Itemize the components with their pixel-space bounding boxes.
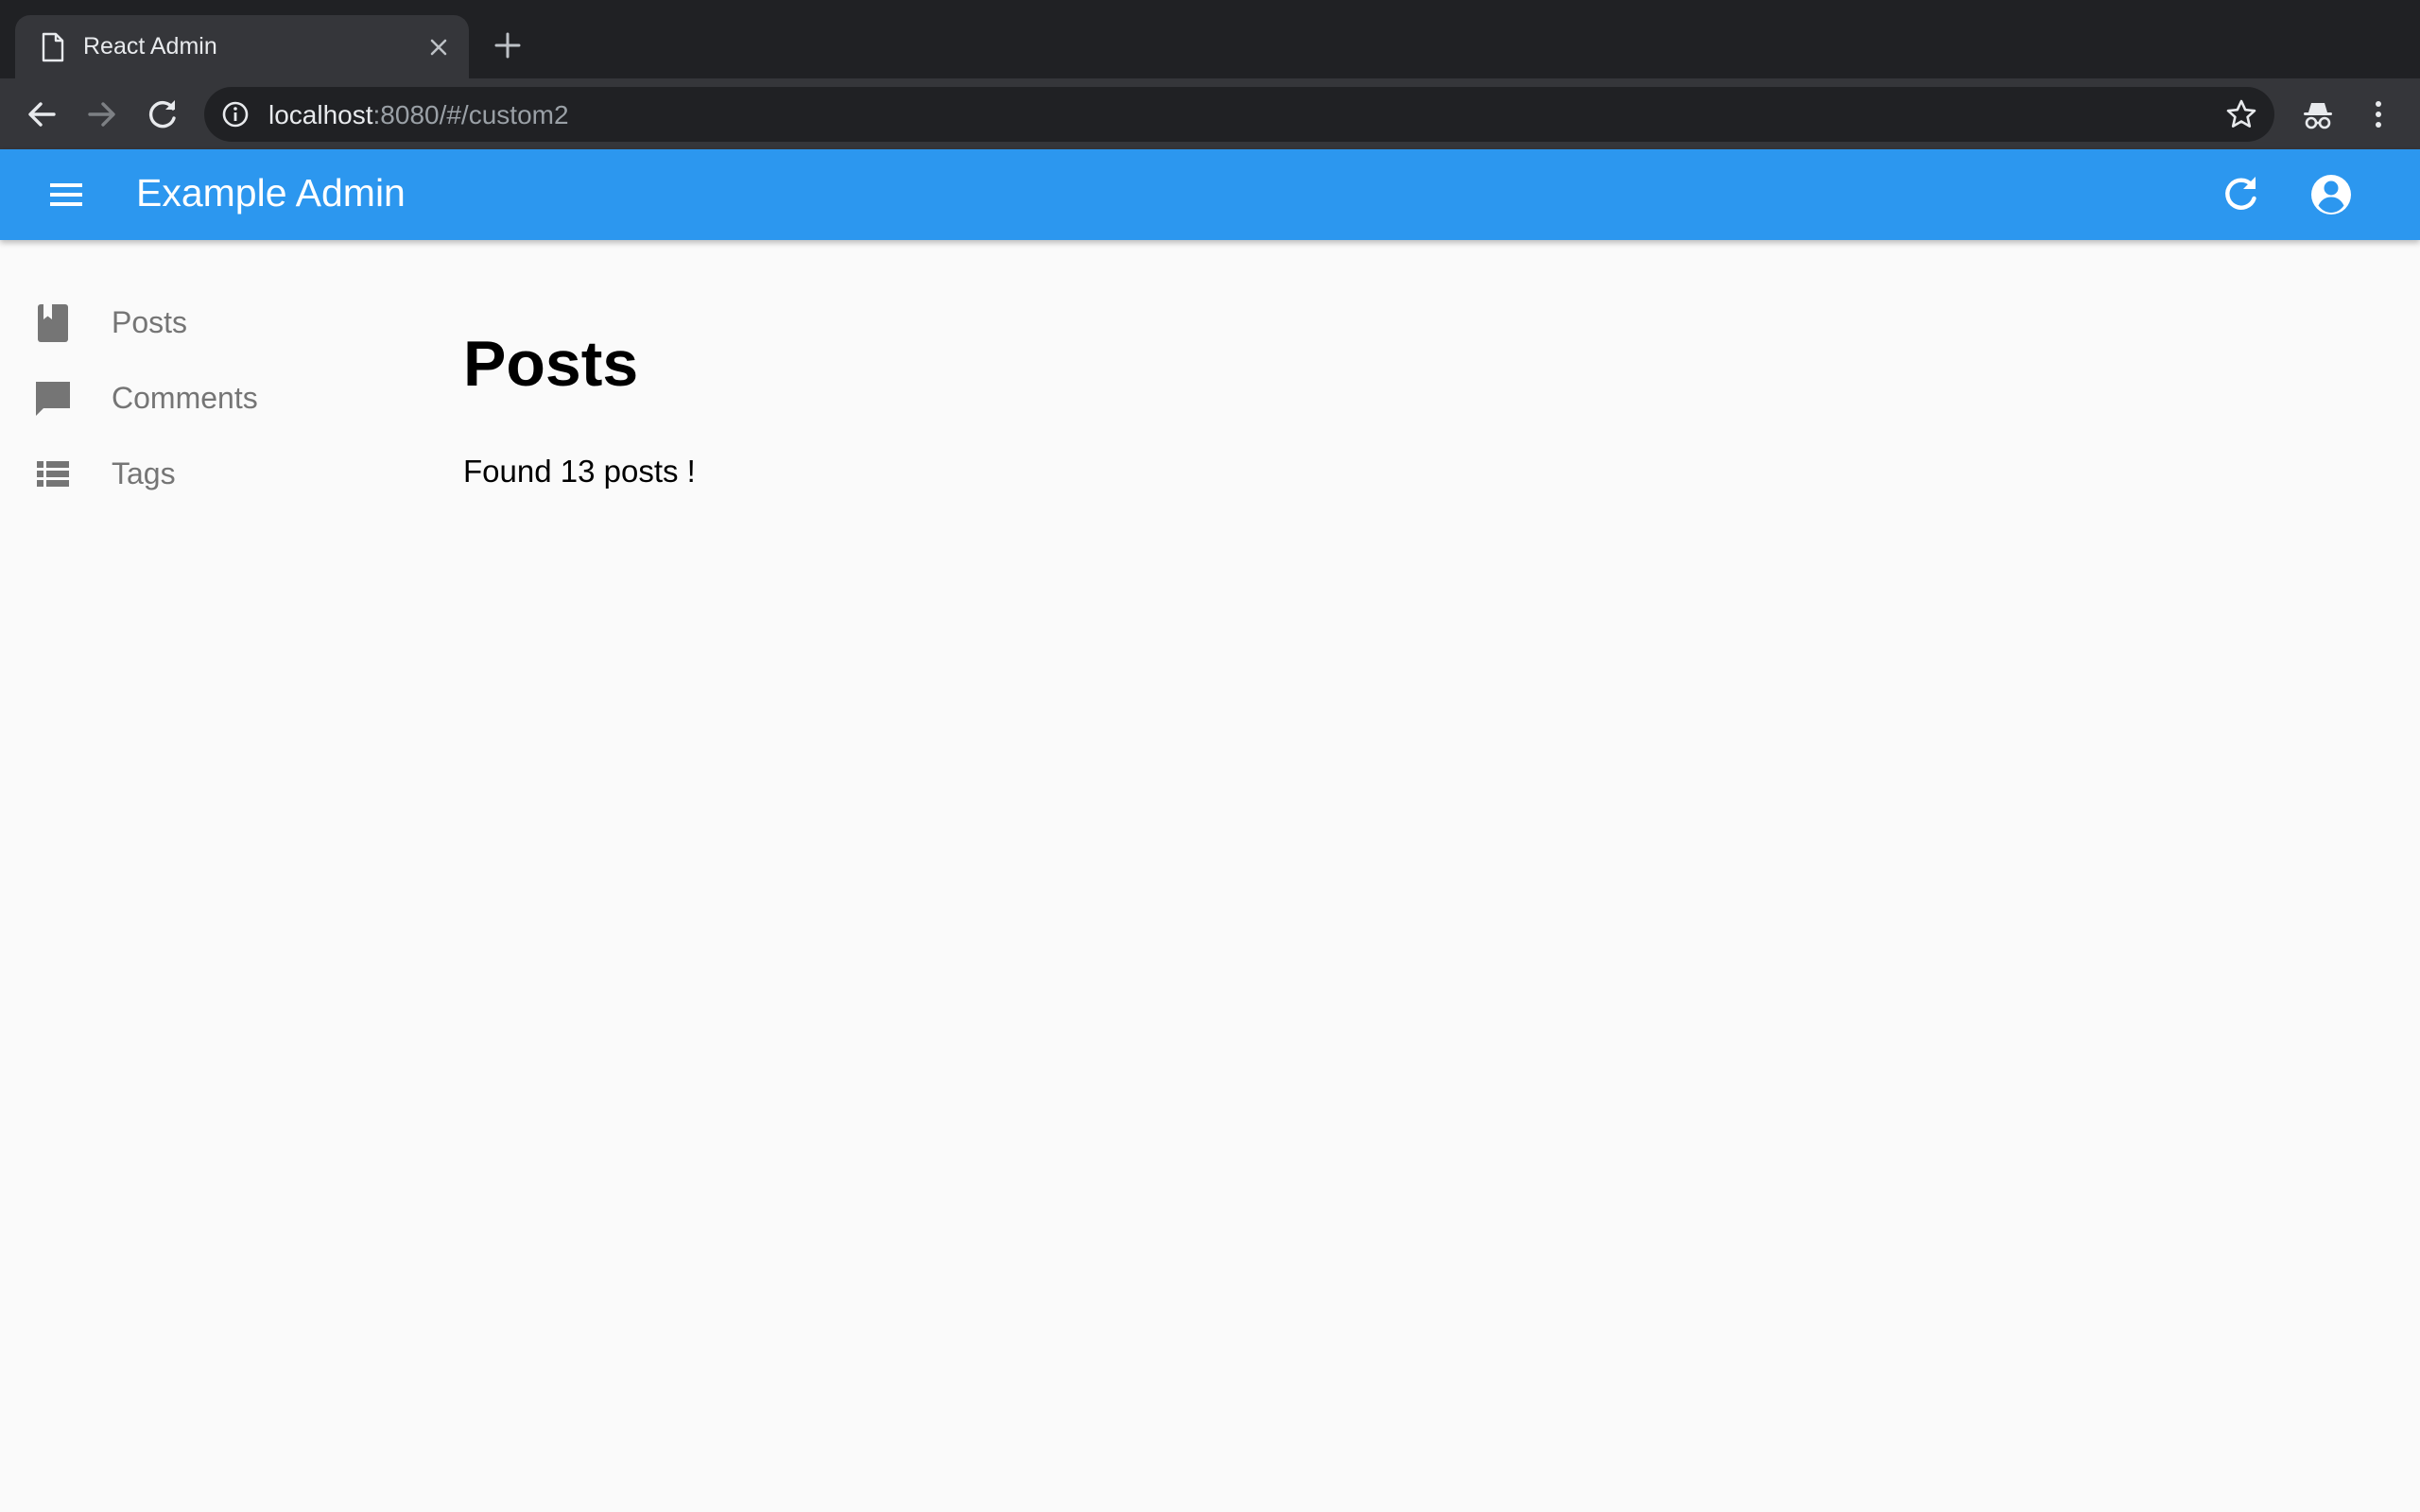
- posts-count-message: Found 13 posts !: [463, 454, 696, 489]
- page-title: Posts: [463, 328, 639, 400]
- browser-tab-strip: React Admin: [0, 0, 2420, 79]
- app-bar: Example Admin: [0, 149, 2420, 240]
- list-icon: [37, 461, 69, 487]
- url-host: localhost: [268, 100, 373, 129]
- hamburger-icon[interactable]: [43, 172, 89, 217]
- sidebar-item-label: Comments: [112, 381, 258, 415]
- close-icon[interactable]: [425, 34, 452, 60]
- tab-title: React Admin: [83, 33, 217, 60]
- sidebar-item-posts[interactable]: Posts: [0, 284, 416, 359]
- arrow-left-icon[interactable]: [23, 95, 60, 133]
- arrow-right-icon[interactable]: [83, 95, 121, 133]
- kebab-menu-icon[interactable]: [2360, 95, 2397, 133]
- sidebar-item-comments[interactable]: Comments: [0, 359, 416, 435]
- browser-toolbar: localhost:8080/#/custom2: [0, 78, 2420, 149]
- refresh-icon[interactable]: [2218, 172, 2263, 217]
- page-icon: [42, 32, 64, 62]
- reload-icon[interactable]: [144, 95, 182, 133]
- comment-icon: [36, 382, 70, 416]
- info-icon[interactable]: [221, 100, 250, 129]
- app-title: Example Admin: [136, 171, 406, 215]
- plus-icon[interactable]: [493, 31, 522, 60]
- book-icon: [38, 304, 68, 342]
- sidebar-item-label: Tags: [112, 456, 176, 490]
- url-text[interactable]: localhost:8080/#/custom2: [268, 100, 569, 130]
- browser-tab[interactable]: React Admin: [15, 15, 469, 79]
- address-bar[interactable]: localhost:8080/#/custom2: [204, 87, 2274, 142]
- star-icon[interactable]: [2225, 98, 2257, 130]
- url-path: :8080/#/custom2: [372, 100, 569, 129]
- incognito-icon[interactable]: [2299, 95, 2337, 133]
- sidebar: Posts Comments Tags: [0, 240, 416, 1512]
- account-circle-icon[interactable]: [2305, 168, 2358, 221]
- main-content: Posts Found 13 posts !: [463, 240, 2354, 1185]
- sidebar-item-label: Posts: [112, 305, 188, 339]
- sidebar-item-tags[interactable]: Tags: [0, 435, 416, 510]
